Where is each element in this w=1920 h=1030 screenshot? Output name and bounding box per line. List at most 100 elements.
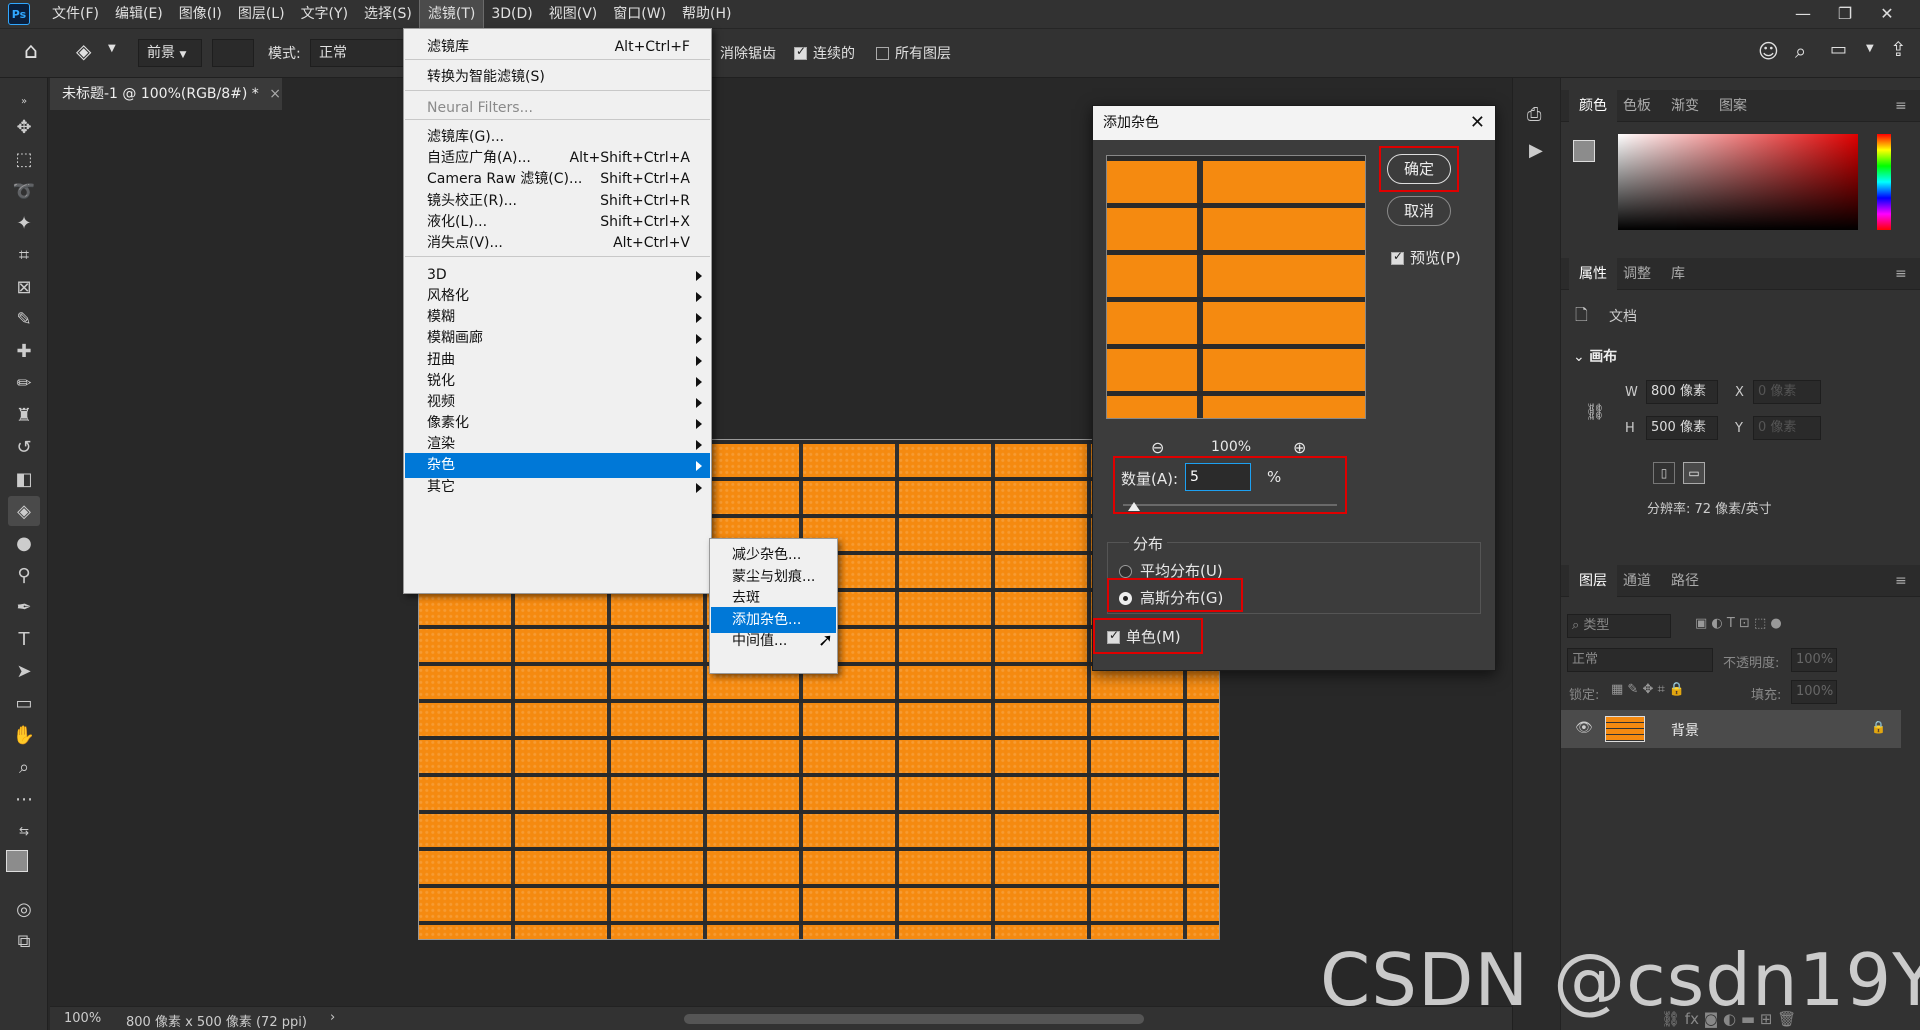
hand-tool-icon[interactable]: ✋ <box>8 720 40 750</box>
path-selection-tool-icon[interactable]: ➤ <box>8 656 40 686</box>
panel-menu-icon[interactable]: ≡ <box>1895 258 1907 290</box>
pen-tool-icon[interactable]: ✒ <box>8 592 40 622</box>
swap-colors-icon[interactable]: ⇆ <box>8 816 40 846</box>
filter-menu-item[interactable]: 转换为智能滤镜(S) <box>405 65 710 90</box>
menu-filter[interactable]: 滤镜(T) <box>418 0 485 29</box>
search-icon[interactable]: ⌕ <box>1795 39 1806 63</box>
tab-layers[interactable]: 图层 <box>1569 565 1617 597</box>
landscape-icon[interactable]: ▭ <box>1683 462 1705 484</box>
share-icon[interactable]: ⇪ <box>1890 37 1907 61</box>
workspace-icon[interactable]: ▭ <box>1830 39 1847 60</box>
mode-select[interactable]: 正常 <box>310 39 406 67</box>
filter-menu-item[interactable]: 其它 <box>405 475 710 500</box>
screen-mode-icon[interactable]: ⧉ <box>8 926 40 956</box>
tab-gradients[interactable]: 渐变 <box>1671 90 1699 122</box>
crop-tool-icon[interactable]: ⌗ <box>8 240 40 270</box>
hue-slider[interactable] <box>1877 134 1891 230</box>
layer-row-background[interactable]: 👁 背景 🔒 <box>1561 710 1901 748</box>
marquee-tool-icon[interactable]: ⬚ <box>8 144 40 174</box>
tab-swatches[interactable]: 色板 <box>1623 90 1651 122</box>
fg-color-chip[interactable] <box>1573 140 1595 162</box>
minimize-icon[interactable]: — <box>1782 0 1824 28</box>
menu-window[interactable]: 窗口(W) <box>605 0 674 28</box>
amount-slider-track[interactable] <box>1123 504 1337 506</box>
zoom-tool-icon[interactable]: ⌕ <box>8 752 40 782</box>
filter-menu-item[interactable]: Neural Filters... <box>405 96 710 121</box>
visibility-eye-icon[interactable]: 👁 <box>1575 720 1593 736</box>
chevron-down-icon[interactable]: ▼ <box>108 43 116 54</box>
lasso-tool-icon[interactable]: ➰ <box>8 176 40 206</box>
mono-checkbox[interactable]: 单色(M) <box>1107 626 1181 647</box>
foreground-color-swatch[interactable] <box>6 850 28 872</box>
menu-3d[interactable]: 3D(D) <box>483 0 540 28</box>
rectangle-tool-icon[interactable]: ▭ <box>8 688 40 718</box>
stamp-tool-icon[interactable]: ♜ <box>8 400 40 430</box>
menu-help[interactable]: 帮助(H) <box>674 0 739 28</box>
brush-tool-icon[interactable]: ✏ <box>8 368 40 398</box>
width-input[interactable]: 800 像素 <box>1646 380 1718 404</box>
preview-checkbox[interactable]: 预览(P) <box>1391 247 1461 268</box>
filter-menu-item[interactable]: 消失点(V)... Alt+Ctrl+V <box>405 231 710 256</box>
chevron-down-icon[interactable]: ▼ <box>1866 43 1874 54</box>
all-layers-checkbox[interactable]: 所有图层 <box>876 43 951 63</box>
eraser-tool-icon[interactable]: ◧ <box>8 464 40 494</box>
color-picker-field[interactable] <box>1618 134 1858 230</box>
more-tools-icon[interactable]: ⋯ <box>8 784 40 814</box>
preview-thumbnail[interactable] <box>1106 155 1366 419</box>
canvas-section[interactable]: ⌄ 画布 <box>1573 346 1617 366</box>
menu-edit[interactable]: 编辑(E) <box>107 0 171 28</box>
type-tool-icon[interactable]: T <box>8 624 40 654</box>
paint-bucket-tool-icon[interactable]: ◈ <box>8 496 40 526</box>
fill-input[interactable]: 100% <box>1791 680 1837 704</box>
layer-filter-icons[interactable]: ▣ ◐ T ⊡ ⬚ ● <box>1695 616 1782 631</box>
tab-color[interactable]: 颜色 <box>1569 90 1617 122</box>
panel-menu-icon[interactable]: ≡ <box>1895 565 1907 597</box>
menu-type[interactable]: 文字(Y) <box>293 0 356 28</box>
move-tool-icon[interactable]: ✥ <box>8 112 40 142</box>
gaussian-radio[interactable]: 高斯分布(G) <box>1119 587 1223 608</box>
paint-bucket-preset-icon[interactable]: ◈ <box>76 39 91 63</box>
lock-icons[interactable]: ▦ ✎ ✥ ⌗ 🔒 <box>1611 682 1685 697</box>
close-icon[interactable]: ✕ <box>1470 106 1485 140</box>
restore-icon[interactable]: ❐ <box>1824 0 1866 28</box>
x-input[interactable]: 0 像素 <box>1753 380 1821 404</box>
horizontal-scrollbar[interactable] <box>684 1014 1144 1024</box>
history-brush-tool-icon[interactable]: ↺ <box>8 432 40 462</box>
healing-brush-tool-icon[interactable]: ✚ <box>8 336 40 366</box>
magic-wand-tool-icon[interactable]: ✦ <box>8 208 40 238</box>
portrait-icon[interactable]: ▯ <box>1653 462 1675 484</box>
filter-menu-item[interactable]: 滤镜库 Alt+Ctrl+F <box>405 35 710 60</box>
y-input[interactable]: 0 像素 <box>1753 416 1821 440</box>
layer-filter-select[interactable]: ⌕ 类型 <box>1567 614 1671 638</box>
pattern-picker[interactable] <box>212 39 254 67</box>
tab-patterns[interactable]: 图案 <box>1719 90 1747 122</box>
document-tab[interactable]: 未标题-1 @ 100%(RGB/8#) * × <box>50 78 282 110</box>
link-icon[interactable]: ⛓ <box>1585 402 1605 421</box>
eyedropper-tool-icon[interactable]: ✎ <box>8 304 40 334</box>
blend-mode-select[interactable]: 正常 <box>1567 648 1713 672</box>
menu-view[interactable]: 视图(V) <box>541 0 606 28</box>
close-window-icon[interactable]: ✕ <box>1866 0 1908 28</box>
amount-input[interactable]: 5 <box>1185 463 1251 491</box>
tab-adjustments[interactable]: 调整 <box>1623 258 1651 290</box>
tab-properties[interactable]: 属性 <box>1569 258 1617 290</box>
zoom-in-icon[interactable]: ⊕ <box>1293 438 1306 457</box>
height-input[interactable]: 500 像素 <box>1646 416 1718 440</box>
menu-image[interactable]: 图像(I) <box>171 0 230 28</box>
blur-tool-icon[interactable]: ● <box>8 528 40 558</box>
amount-slider-thumb[interactable] <box>1127 502 1140 511</box>
menu-layer[interactable]: 图层(L) <box>230 0 293 28</box>
frame-tool-icon[interactable]: ⊠ <box>8 272 40 302</box>
tab-channels[interactable]: 通道 <box>1623 565 1651 597</box>
home-icon[interactable]: ⌂ <box>24 39 38 64</box>
tab-libraries[interactable]: 库 <box>1671 258 1685 290</box>
opacity-input[interactable]: 100% <box>1791 648 1837 672</box>
cancel-button[interactable]: 取消 <box>1387 196 1451 226</box>
quick-mask-icon[interactable]: ◎ <box>8 894 40 924</box>
tab-paths[interactable]: 路径 <box>1671 565 1699 597</box>
share-person-icon[interactable]: ☺ <box>1758 39 1779 63</box>
fill-source-select[interactable]: 前景 ▼ <box>138 39 202 67</box>
menu-file[interactable]: 文件(F) <box>44 0 107 28</box>
contiguous-checkbox[interactable]: 连续的 <box>794 43 855 63</box>
panel-menu-icon[interactable]: ≡ <box>1895 90 1907 122</box>
